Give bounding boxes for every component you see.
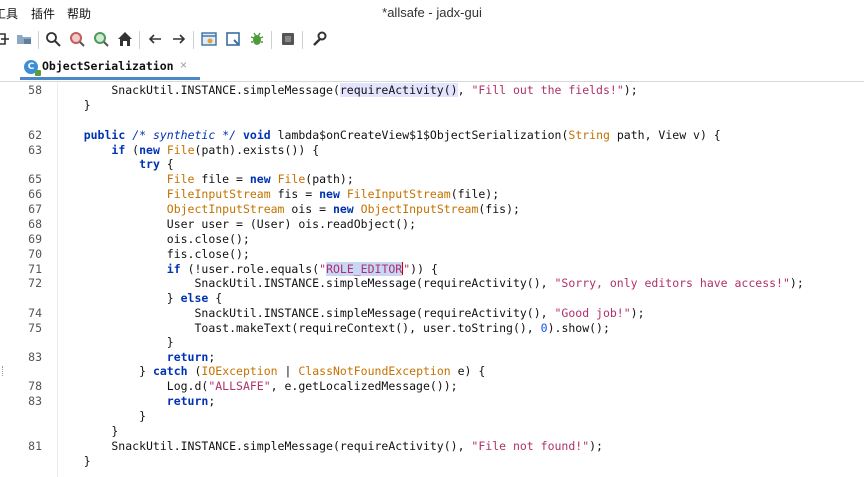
line-number: 83 <box>28 394 42 408</box>
find-class-icon[interactable] <box>67 29 87 49</box>
code-line: } <box>56 335 174 349</box>
bookmark-icon[interactable] <box>223 29 243 49</box>
code-line: return; <box>166 350 216 364</box>
line-number: 75 <box>28 321 42 335</box>
line-number: 63 <box>28 143 42 157</box>
code-line: } <box>56 454 91 468</box>
forward-icon[interactable] <box>169 29 189 49</box>
code-line: public /* synthetic */ void lambda$onCre… <box>83 128 721 142</box>
line-number: 65 <box>28 172 42 186</box>
line-number: 78 <box>28 379 42 393</box>
code-line: try { <box>139 157 174 171</box>
code-line: FileInputStream fis = new FileInputStrea… <box>166 187 500 201</box>
line-number: 67 <box>28 202 42 216</box>
line-number: 68 <box>28 217 42 231</box>
line-number: 74 <box>28 306 42 320</box>
code-line: } <box>56 424 119 438</box>
back-icon[interactable] <box>145 29 165 49</box>
line-number: 83 <box>28 350 42 364</box>
line-number: 66 <box>28 187 42 201</box>
code-line: } <box>56 409 147 423</box>
code-line: Log.d("ALLSAFE", e.getLocalizedMessage()… <box>56 379 458 393</box>
tab-label: ObjectSerialization <box>42 59 174 73</box>
window-title: *allsafe - jadx-gui <box>382 5 482 20</box>
code-line: if (!user.role.equals("ROLE_EDITOR")) { <box>166 262 438 276</box>
code-line: SnackUtil.INSTANCE.simpleMessage(require… <box>56 276 804 290</box>
tab-objectserialization[interactable]: C ObjectSerialization × <box>20 55 200 80</box>
code-line: return; <box>166 394 216 408</box>
stop-icon[interactable] <box>278 29 298 49</box>
code-line: } else { <box>56 291 223 305</box>
line-number: 72 <box>28 276 42 290</box>
menu-plugins[interactable]: 插件 <box>31 5 55 22</box>
code-line: ois.close(); <box>56 232 250 246</box>
code-editor[interactable]: 58 62 63 65 66 67 68 69 70 71 72 74 75 8… <box>0 82 864 477</box>
line-number: 58 <box>28 83 42 97</box>
find-usage-icon[interactable] <box>91 29 111 49</box>
line-number: 69 <box>28 232 42 246</box>
search-icon[interactable] <box>43 29 63 49</box>
menu-help[interactable]: 帮助 <box>67 5 91 22</box>
decompile-icon[interactable] <box>199 29 219 49</box>
code-line: Toast.makeText(requireContext(), user.to… <box>56 321 610 335</box>
code-line: } catch (IOException | ClassNotFoundExce… <box>56 364 486 378</box>
folder-icon[interactable] <box>14 29 34 49</box>
debug-bug-icon[interactable] <box>247 29 267 49</box>
code-line: if (new File(path).exists()) { <box>111 143 320 157</box>
code-line: } <box>56 98 91 112</box>
line-number: 81 <box>28 439 42 453</box>
code-line: fis.close(); <box>56 247 250 261</box>
code-line: SnackUtil.INSTANCE.simpleMessage(require… <box>56 439 603 453</box>
home-icon[interactable] <box>115 29 135 49</box>
class-icon: C <box>24 60 41 76</box>
line-number: 62 <box>28 128 42 142</box>
line-number: 71 <box>28 262 42 276</box>
code-line: SnackUtil.INSTANCE.simpleMessage(require… <box>56 83 638 97</box>
code-line: File file = new File(path); <box>166 172 354 186</box>
splitter-handle[interactable] <box>2 366 6 376</box>
menu-bar: 工具 插件 帮助 *allsafe - jadx-gui <box>0 0 864 24</box>
line-number: 70 <box>28 247 42 261</box>
code-line: SnackUtil.INSTANCE.simpleMessage(require… <box>56 306 645 320</box>
close-icon[interactable]: × <box>180 58 187 72</box>
toolbar <box>0 26 864 54</box>
menu-tools[interactable]: 工具 <box>0 5 18 22</box>
code-line: User user = (User) ois.readObject(); <box>56 217 417 231</box>
sync-icon[interactable] <box>0 29 14 49</box>
settings-wrench-icon[interactable] <box>309 29 329 49</box>
tab-strip: C ObjectSerialization × <box>0 55 864 82</box>
code-line: ObjectInputStream ois = new ObjectInputS… <box>166 202 520 216</box>
